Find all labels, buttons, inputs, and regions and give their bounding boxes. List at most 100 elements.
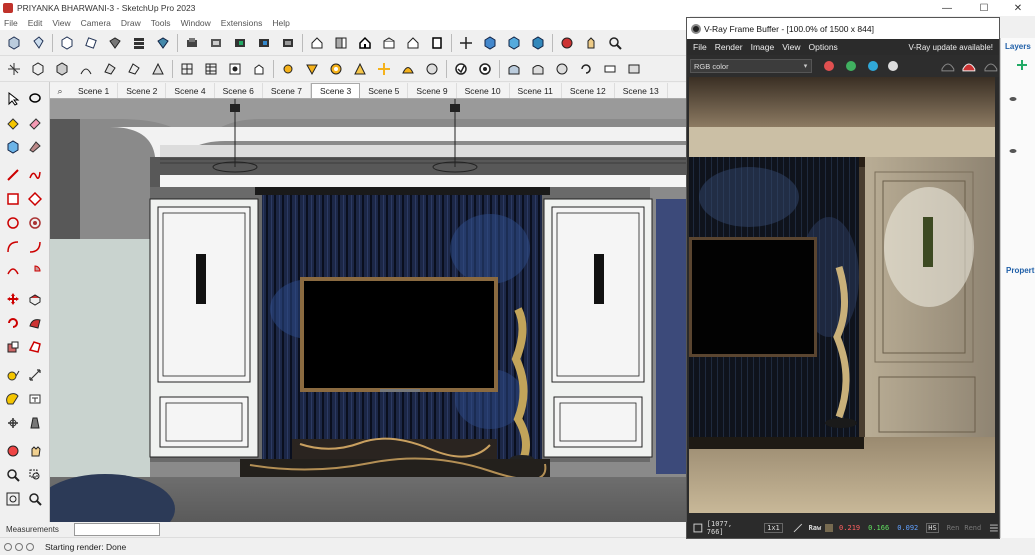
grid-icon[interactable]	[177, 59, 197, 79]
polygon-icon[interactable]	[25, 213, 45, 233]
blue-channel-icon[interactable]	[868, 61, 878, 71]
axes-icon[interactable]	[3, 413, 23, 433]
vfb-menu-options[interactable]: Options	[809, 42, 838, 52]
minimize-icon[interactable]: —	[930, 0, 964, 16]
circle-icon[interactable]	[3, 213, 23, 233]
menu-lines-icon[interactable]	[989, 523, 999, 533]
orbit-icon[interactable]	[557, 33, 577, 53]
follow-me-icon[interactable]	[76, 59, 96, 79]
vray-light-icon[interactable]	[278, 59, 298, 79]
scale-tool-icon[interactable]	[3, 337, 23, 357]
pan-icon[interactable]	[581, 33, 601, 53]
refresh-icon[interactable]	[576, 59, 596, 79]
zoom-select[interactable]: 1x1	[764, 523, 783, 533]
region-render-icon[interactable]	[940, 59, 956, 73]
rotate-icon[interactable]	[28, 59, 48, 79]
scene-tab[interactable]: Scene 2	[118, 83, 167, 98]
sphere-icon[interactable]	[326, 59, 346, 79]
top-view-icon[interactable]	[379, 33, 399, 53]
solid-tools-icon[interactable]	[254, 33, 274, 53]
walk-tool-icon[interactable]	[3, 441, 23, 461]
scene-tab[interactable]: Scene 13	[615, 83, 668, 98]
credits-icon[interactable]	[15, 542, 23, 551]
follow-me-tool-icon[interactable]	[25, 313, 45, 333]
intersect-icon[interactable]	[100, 59, 120, 79]
red-channel-icon[interactable]	[824, 61, 835, 71]
rectangle-icon[interactable]	[3, 189, 23, 209]
scene-tab[interactable]: Scene 10	[457, 83, 510, 98]
color-picker-icon[interactable]	[793, 523, 803, 533]
texture-icon[interactable]	[225, 59, 245, 79]
rotated-rect-icon[interactable]	[25, 189, 45, 209]
3d-text-icon[interactable]	[25, 413, 45, 433]
zoom-tool-icon[interactable]	[3, 465, 23, 485]
zoom-icon[interactable]	[605, 33, 625, 53]
model-viewport[interactable]	[50, 99, 686, 522]
toolbar-extra-2-icon[interactable]	[624, 59, 644, 79]
tape-measure-icon[interactable]	[3, 365, 23, 385]
maximize-icon[interactable]: ☐	[967, 0, 1001, 16]
render-start-icon[interactable]	[983, 59, 999, 73]
iso-box-icon[interactable]	[480, 33, 500, 53]
geolocation-icon[interactable]	[4, 542, 12, 551]
close-icon[interactable]: ✕	[1001, 0, 1035, 16]
eraser-pink-icon[interactable]	[25, 113, 45, 133]
omni-light-icon[interactable]	[374, 59, 394, 79]
vfb-menu-view[interactable]: View	[782, 42, 800, 52]
menu-help[interactable]: Help	[272, 18, 289, 28]
triangulate-icon[interactable]	[148, 59, 168, 79]
select-box-icon[interactable]	[4, 33, 24, 53]
section-icon[interactable]	[206, 33, 226, 53]
iso-box-3-icon[interactable]	[528, 33, 548, 53]
menu-extensions[interactable]: Extensions	[221, 18, 263, 28]
walk-icon[interactable]	[153, 33, 173, 53]
arc-3pt-icon[interactable]	[3, 261, 23, 281]
right-view-icon[interactable]	[403, 33, 423, 53]
move-icon[interactable]	[4, 59, 24, 79]
spot-light-icon[interactable]	[302, 59, 322, 79]
shadow-icon[interactable]	[278, 33, 298, 53]
protractor-icon[interactable]	[3, 389, 23, 409]
paint-icon[interactable]	[105, 33, 125, 53]
scale-icon[interactable]	[52, 59, 72, 79]
zoom-window-icon[interactable]	[25, 465, 45, 485]
bend-icon[interactable]	[350, 59, 370, 79]
add-layer-icon[interactable]	[1015, 58, 1029, 72]
hsv-toggle[interactable]: HS	[926, 523, 939, 533]
push-pull-icon[interactable]	[57, 33, 77, 53]
scene-tab[interactable]: Scene 7	[263, 83, 312, 98]
house-icon[interactable]	[307, 33, 327, 53]
green-channel-icon[interactable]	[846, 61, 856, 71]
visibility-eye-icon[interactable]	[1009, 148, 1017, 154]
menu-window[interactable]: Window	[181, 18, 211, 28]
vfb-menu-render[interactable]: Render	[715, 42, 743, 52]
hand-icon[interactable]	[25, 441, 45, 461]
previous-view-icon[interactable]	[25, 489, 45, 509]
tag-icon[interactable]	[25, 137, 45, 157]
front-view-icon[interactable]	[331, 33, 351, 53]
vfb-menu-image[interactable]: Image	[751, 42, 775, 52]
menu-file[interactable]: File	[4, 18, 18, 28]
table-icon[interactable]	[201, 59, 221, 79]
line-icon[interactable]	[3, 165, 23, 185]
scene-search-icon[interactable]: ⌕	[50, 84, 70, 98]
scene-tab-active[interactable]: Scene 3	[311, 83, 361, 98]
scene-tab[interactable]: Scene 4	[166, 83, 215, 98]
vfb-menu-file[interactable]: File	[693, 42, 707, 52]
scene-tab[interactable]: Scene 5	[360, 83, 409, 98]
component-icon[interactable]	[230, 33, 250, 53]
back-view-icon[interactable]	[427, 33, 447, 53]
menu-draw[interactable]: Draw	[121, 18, 141, 28]
paint-bucket-icon[interactable]	[3, 113, 23, 133]
warehouse-icon[interactable]	[182, 33, 202, 53]
dome-icon[interactable]	[398, 59, 418, 79]
toolbar-extra-1-icon[interactable]	[600, 59, 620, 79]
rotate-tool-icon[interactable]	[3, 313, 23, 333]
menu-view[interactable]: View	[52, 18, 70, 28]
menu-camera[interactable]: Camera	[81, 18, 111, 28]
render-icon[interactable]	[475, 59, 495, 79]
arc-icon[interactable]	[3, 237, 23, 257]
alpha-channel-icon[interactable]	[887, 61, 898, 71]
freehand-icon[interactable]	[25, 165, 45, 185]
scene-tab[interactable]: Scene 9	[408, 83, 457, 98]
